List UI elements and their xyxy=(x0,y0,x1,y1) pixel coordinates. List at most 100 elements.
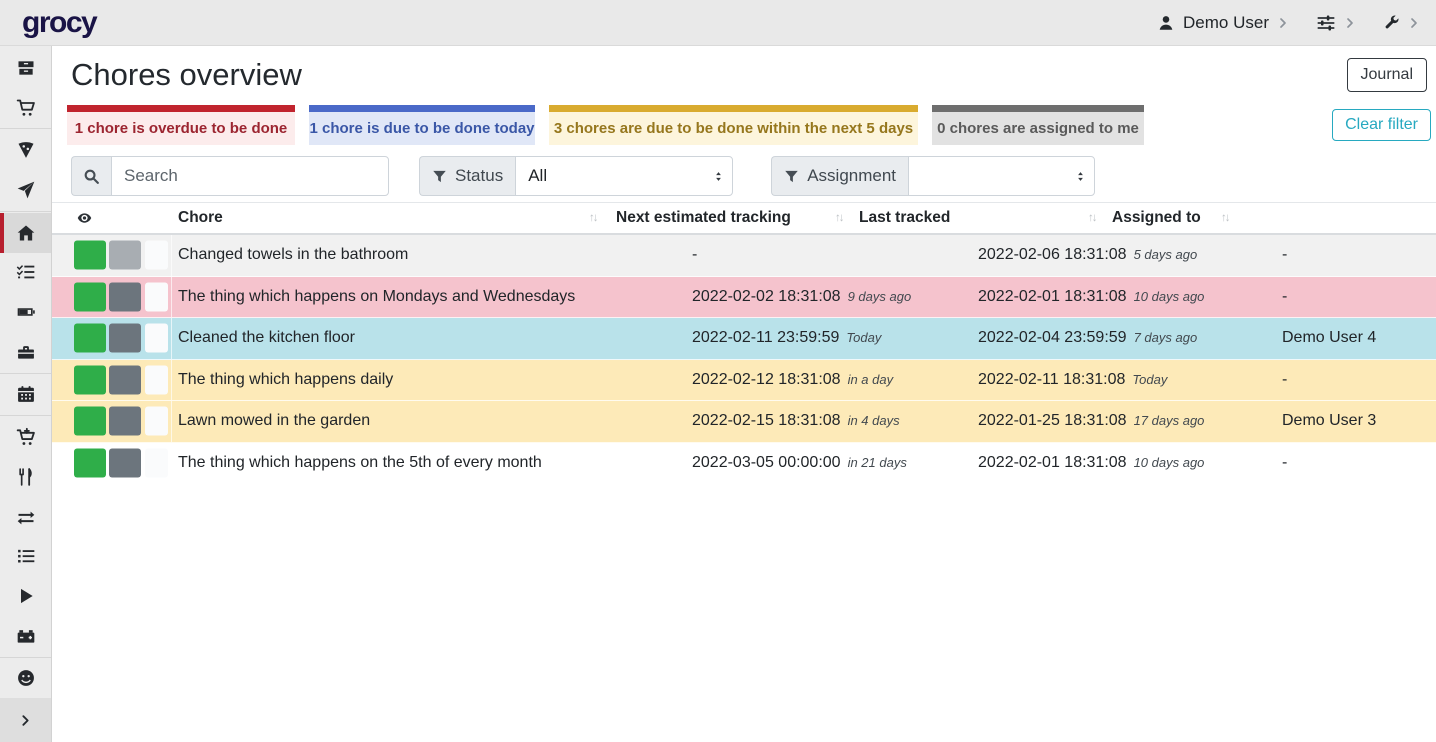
play-icon xyxy=(16,586,36,606)
sort-icon[interactable]: ↑↓ xyxy=(1088,212,1096,224)
fast-forward-icon xyxy=(119,373,132,386)
sidebar-item-batteries-overview[interactable] xyxy=(0,292,51,332)
user-menu-label: Demo User xyxy=(1183,13,1269,33)
track-chore-button[interactable] xyxy=(74,282,106,311)
last-tracked-value: 2022-02-06 18:31:08 xyxy=(978,246,1127,263)
user-menu[interactable]: Demo User xyxy=(1157,13,1289,33)
skip-chore-button[interactable] xyxy=(109,365,141,394)
search-input[interactable] xyxy=(111,156,389,196)
search-icon xyxy=(83,168,100,185)
last-tracked-value: 2022-01-25 18:31:08 xyxy=(978,412,1127,429)
sidebar-item-inventory[interactable] xyxy=(0,536,51,576)
column-header-assigned-to[interactable]: Assigned to xyxy=(1112,209,1201,227)
row-menu-button[interactable] xyxy=(145,241,168,270)
play-icon xyxy=(84,332,97,345)
sort-icon[interactable]: ↑↓ xyxy=(589,212,597,224)
next-estimated-value: - xyxy=(692,246,697,263)
sidebar-item-battery-tracking[interactable] xyxy=(0,616,51,656)
table-row: The thing which happens on Mondays and W… xyxy=(52,277,1436,319)
select-caret-icon xyxy=(712,170,725,183)
sidebar-item-calendar[interactable] xyxy=(0,375,51,415)
assigned-to-cell: - xyxy=(1282,288,1287,306)
list-icon xyxy=(16,546,36,566)
chevron-right-icon xyxy=(1344,17,1356,29)
sort-icon[interactable]: ↑↓ xyxy=(835,212,843,224)
filters-row: Status All Assignment xyxy=(71,156,1436,196)
battery-icon xyxy=(16,302,36,322)
sidebar-item-transfer[interactable] xyxy=(0,497,51,537)
overdue-chores-card[interactable]: 1 chore is overdue to be done xyxy=(67,105,295,145)
sidebar-item-shopping-list[interactable] xyxy=(0,88,51,128)
skip-chore-button[interactable] xyxy=(109,448,141,477)
next-estimated-value: 2022-02-15 18:31:08 xyxy=(692,412,841,429)
chore-name: The thing which happens on Mondays and W… xyxy=(178,288,575,306)
sidebar-divider xyxy=(0,128,51,129)
status-filter-select[interactable]: All xyxy=(515,156,733,196)
track-chore-button[interactable] xyxy=(74,324,106,353)
car-battery-icon xyxy=(16,626,36,646)
next-estimated-tracking-cell: 2022-03-05 00:00:00in 21 days xyxy=(692,454,907,472)
ellipsis-vertical-icon xyxy=(150,456,163,469)
row-menu-button[interactable] xyxy=(145,324,168,353)
assigned-to-me-card[interactable]: 0 chores are assigned to me xyxy=(932,105,1144,145)
main-content: Chores overview Journal 1 chore is overd… xyxy=(52,46,1436,742)
track-chore-button[interactable] xyxy=(74,407,106,436)
last-tracked-relative: 10 days ago xyxy=(1134,289,1205,304)
sidebar-divider xyxy=(0,373,51,374)
admin-menu[interactable] xyxy=(1383,14,1420,31)
column-header-last-tracked[interactable]: Last tracked xyxy=(859,209,950,227)
app-logo[interactable]: grocy xyxy=(22,6,96,40)
sidebar-item-tasks[interactable] xyxy=(0,253,51,293)
track-chore-button[interactable] xyxy=(74,241,106,270)
status-filter-label: Status xyxy=(419,156,515,196)
skip-chore-button[interactable] xyxy=(109,282,141,311)
skip-chore-button[interactable] xyxy=(109,324,141,353)
sidebar-item-meal-plan[interactable] xyxy=(0,170,51,210)
due-soon-chores-card[interactable]: 3 chores are due to be done within the n… xyxy=(549,105,918,145)
table-body: Changed towels in the bathroom - 2022-02… xyxy=(52,235,1436,484)
sidebar xyxy=(0,46,52,742)
track-chore-button[interactable] xyxy=(74,365,106,394)
next-estimated-tracking-cell: 2022-02-12 18:31:08in a day xyxy=(692,371,893,389)
sort-icon[interactable]: ↑↓ xyxy=(1221,212,1229,224)
next-estimated-relative: Today xyxy=(846,330,881,345)
assignment-filter-select[interactable] xyxy=(908,156,1095,196)
toolbox-icon xyxy=(16,342,36,362)
filter-icon xyxy=(784,169,799,184)
sidebar-item-user[interactable] xyxy=(0,659,51,699)
row-menu-button[interactable] xyxy=(145,282,168,311)
skip-chore-button[interactable] xyxy=(109,407,141,436)
table-row: The thing which happens on the 5th of ev… xyxy=(52,443,1436,485)
sidebar-item-purchase[interactable] xyxy=(0,417,51,457)
sidebar-item-chore-tracking[interactable] xyxy=(0,576,51,616)
assigned-to-cell: Demo User 4 xyxy=(1282,329,1376,347)
sidebar-item-recipes[interactable] xyxy=(0,130,51,170)
sidebar-item-consume[interactable] xyxy=(0,457,51,497)
last-tracked-cell: 2022-01-25 18:31:08 17 days ago xyxy=(978,412,1204,430)
sidebar-collapse-button[interactable] xyxy=(0,698,51,742)
journal-button[interactable]: Journal xyxy=(1347,58,1427,92)
next-estimated-value: 2022-03-05 00:00:00 xyxy=(692,454,841,471)
column-header-chore[interactable]: Chore xyxy=(178,209,223,227)
row-menu-button[interactable] xyxy=(145,365,168,394)
sidebar-item-equipment[interactable] xyxy=(0,332,51,372)
table-row: Cleaned the kitchen floor 2022-02-11 23:… xyxy=(52,318,1436,360)
row-menu-button[interactable] xyxy=(145,407,168,436)
settings-menu[interactable] xyxy=(1316,13,1356,33)
last-tracked-cell: 2022-02-11 18:31:08Today xyxy=(978,371,1167,389)
column-header-next-estimated-tracking[interactable]: Next estimated tracking xyxy=(616,209,791,227)
row-menu-button[interactable] xyxy=(145,448,168,477)
sidebar-item-stock-overview[interactable] xyxy=(0,48,51,88)
assigned-to-cell: - xyxy=(1282,454,1287,472)
track-chore-button[interactable] xyxy=(74,448,106,477)
due-today-chores-card[interactable]: 1 chore is due to be done today xyxy=(309,105,535,145)
tasks-icon xyxy=(16,262,36,282)
play-icon xyxy=(84,290,97,303)
visibility-icon[interactable] xyxy=(77,211,92,226)
sidebar-item-chores-overview[interactable] xyxy=(0,213,51,253)
last-tracked-relative: 17 days ago xyxy=(1134,413,1205,428)
clear-filter-button[interactable]: Clear filter xyxy=(1332,109,1431,141)
fast-forward-icon xyxy=(119,332,132,345)
user-icon xyxy=(1157,14,1175,32)
wrench-icon xyxy=(1383,14,1400,31)
